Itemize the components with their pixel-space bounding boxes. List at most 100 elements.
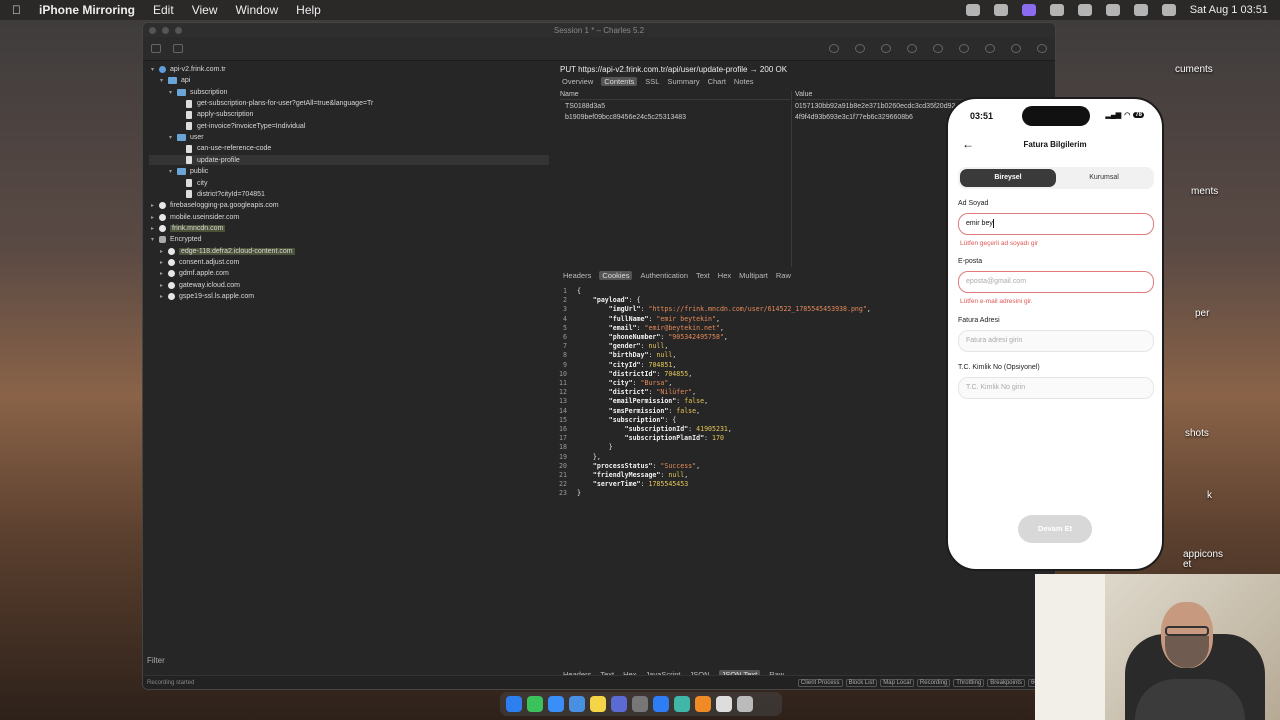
disclosure-arrow-icon[interactable]: ▸ [160,248,168,255]
column-divider[interactable] [791,91,792,267]
code-line[interactable]: "email": "emir@beytekin.net", [577,324,724,333]
tab-authentication[interactable]: Authentication [640,271,688,280]
tab-headers[interactable]: Headers [563,271,591,280]
disclosure-arrow-icon[interactable]: ▾ [169,134,177,141]
tab-notes[interactable]: Notes [734,77,754,86]
app-icon[interactable] [695,696,711,712]
email-input[interactable]: eposta@gmail.com [958,271,1154,293]
code-line[interactable]: "imgUrl": "https://frink.mncdn.com/user/… [577,305,871,314]
code-line[interactable]: "fullName": "emir beytekin", [577,315,720,324]
sequence-view-icon[interactable] [173,44,183,53]
code-line[interactable]: "payload": { [577,296,641,305]
code-line[interactable]: "subscriptionPlanId": 170 [577,434,724,443]
code-line[interactable]: "phoneNumber": "905342495758", [577,333,728,342]
tree-item[interactable]: ▸ gdmf.apple.com [160,268,229,279]
disclosure-arrow-icon[interactable]: ▾ [169,168,177,175]
tree-item[interactable]: ▾ subscription [169,87,227,98]
menu-view[interactable]: View [192,3,218,17]
tab-text[interactable]: Text [696,271,710,280]
code-line[interactable]: } [577,443,613,452]
disclosure-arrow-icon[interactable]: ▸ [151,202,159,209]
tree-item[interactable]: ▾ public [169,166,208,177]
code-line[interactable]: } [577,489,581,498]
mail-icon[interactable] [569,696,585,712]
close-window-button[interactable] [149,27,156,34]
tree-item[interactable]: ▸ frink.mncdn.com [151,223,226,234]
fullname-input[interactable]: emir bey [958,213,1154,235]
disclosure-arrow-icon[interactable]: ▸ [160,282,168,289]
disclosure-arrow-icon[interactable]: ▸ [151,225,159,232]
tab-overview[interactable]: Overview [562,77,593,86]
desktop-label[interactable]: k [1207,490,1212,501]
structure-view-icon[interactable] [151,44,161,53]
code-line[interactable]: "processStatus": "Success", [577,462,700,471]
tckn-input[interactable]: T.C. Kimlik No girin [958,377,1154,399]
tree-item[interactable]: update-profile [178,155,240,166]
code-line[interactable]: "birthDay": null, [577,351,677,360]
minimize-window-button[interactable] [162,27,169,34]
code-line[interactable]: "friendlyMessage": null, [577,471,688,480]
compose-icon[interactable] [1011,44,1021,53]
menu-clock[interactable]: Sat Aug 1 03:51 [1190,4,1268,16]
volume-icon[interactable] [1077,4,1092,16]
tree-item[interactable]: ▾ api [160,75,190,86]
tree-item[interactable]: apply-subscription [178,109,253,120]
tree-item[interactable]: ▾ api-v2.frink.com.tr [151,64,226,75]
finder-icon[interactable] [506,696,522,712]
tree-item[interactable]: ▸ edge-118.defra2.icloud-content.com [160,246,295,257]
tab-multipart[interactable]: Multipart [739,271,768,280]
status-chip[interactable]: Breakpoints [987,678,1025,687]
address-input[interactable]: Fatura adresi girin [958,330,1154,352]
table-cell-name[interactable]: b1909bef09bcc89456e24c5c25313483 [565,114,686,121]
status-chip[interactable]: Block List [845,678,878,687]
code-line[interactable]: "gender": null, [577,342,669,351]
messages-icon[interactable] [527,696,543,712]
throttle-icon[interactable] [907,44,917,53]
zoom-window-button[interactable] [175,27,182,34]
wifi-icon[interactable] [1105,4,1120,16]
status-app-icon[interactable] [993,4,1008,16]
desktop-label[interactable]: et [1183,559,1191,570]
app-icon[interactable] [674,696,690,712]
gear-icon[interactable] [959,44,969,53]
document-icon[interactable] [716,696,732,712]
code-line[interactable]: "city": "Bursa", [577,379,673,388]
disclosure-arrow-icon[interactable]: ▾ [160,77,168,84]
table-cell-name[interactable]: TS0188d3a5 [565,103,605,110]
menu-help[interactable]: Help [296,3,321,17]
menu-app-name[interactable]: iPhone Mirroring [39,3,135,17]
screen-mirroring-icon[interactable] [1021,4,1036,16]
safari-icon[interactable] [548,696,564,712]
code-line[interactable]: { [577,287,581,296]
trash-icon[interactable] [737,696,753,712]
tree-item[interactable]: ▸ gateway.icloud.com [160,280,240,291]
window-titlebar[interactable]: Session 1 * – Charles 5.2 [143,23,1055,37]
disclosure-arrow-icon[interactable]: ▸ [160,259,168,266]
code-line[interactable]: "subscription": { [577,416,677,425]
tree-item[interactable]: district?cityId=704851 [178,189,265,200]
code-line[interactable]: }, [577,453,601,462]
edit-icon[interactable] [855,44,865,53]
tab-raw[interactable]: Raw [776,271,791,280]
tree-item[interactable]: ▸ gspe19-ssl.ls.apple.com [160,291,254,302]
control-center-icon[interactable] [1161,4,1176,16]
continue-button[interactable]: Devam Et [1018,515,1092,543]
menu-edit[interactable]: Edit [153,3,174,17]
status-chip[interactable]: Throttling [953,678,985,687]
tree-item[interactable]: ▸ consent.adjust.com [160,257,239,268]
tab-hex[interactable]: Hex [718,271,731,280]
basket-icon[interactable] [1037,44,1047,53]
desktop-label[interactable]: per [1195,308,1209,319]
table-cell-value[interactable]: 4f9f4d93b693e3c1f77eb6c3296608b6 [795,114,913,121]
search-icon[interactable] [1133,4,1148,16]
trash-icon[interactable] [829,44,839,53]
code-line[interactable]: "smsPermission": false, [577,407,700,416]
apple-icon[interactable]:  [12,3,21,17]
tab-contents[interactable]: Contents [601,77,638,86]
refresh-icon[interactable] [881,44,891,53]
tree-item[interactable]: ▾ Encrypted [151,234,202,245]
wrench-icon[interactable] [985,44,995,53]
desktop-label[interactable]: ments [1191,186,1218,197]
charles-icon[interactable] [632,696,648,712]
desktop-label[interactable]: cuments [1175,64,1213,75]
